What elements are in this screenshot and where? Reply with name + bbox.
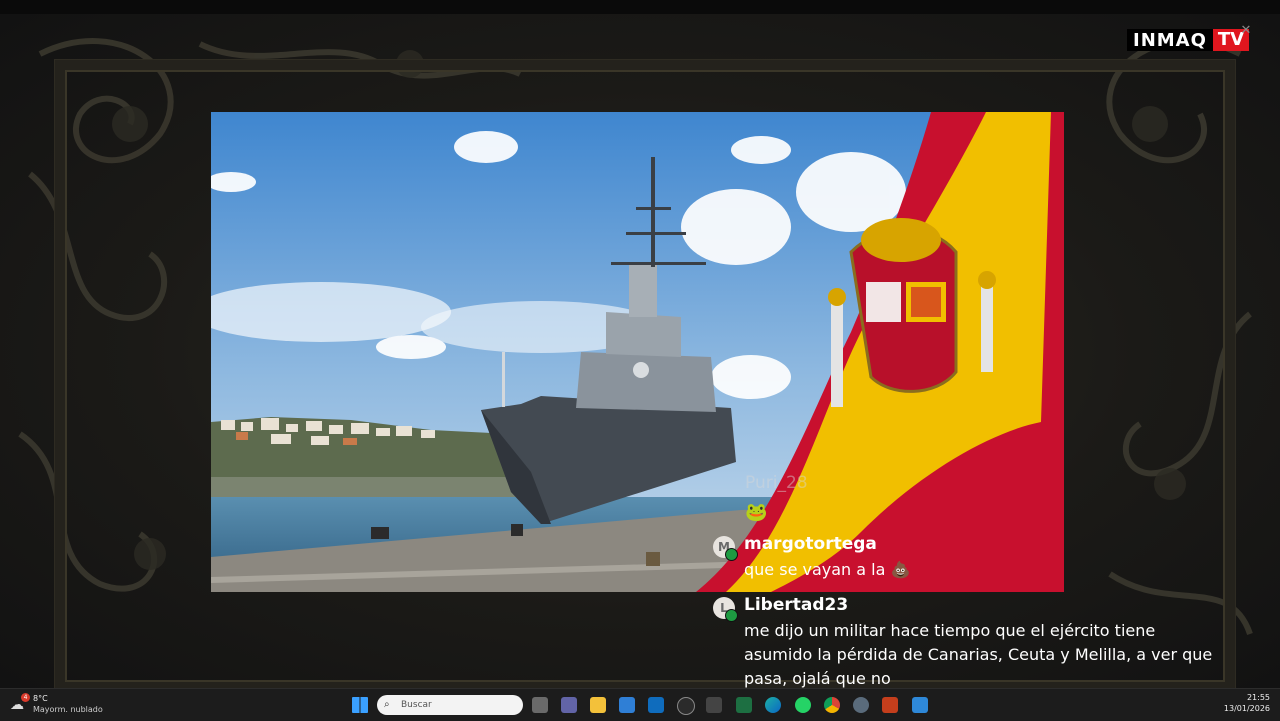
windows-start-icon[interactable] [352,697,368,713]
teams-icon[interactable] [561,697,577,713]
inmaq-tv-logo: INMAQ TV [1127,29,1250,51]
store-icon[interactable] [619,697,635,713]
date: 13/01/2026 [1223,704,1270,713]
search-box[interactable]: ⌕ Buscar [377,695,523,715]
sticker-emoji-icon: 🐸 [745,502,768,523]
news-photo [211,112,1064,592]
edge-icon[interactable] [765,697,781,713]
chat-text: que se vayan a la [744,560,886,579]
verified-badge-icon [725,548,738,561]
outlook-icon[interactable] [648,697,664,713]
chat-username: margotortega [744,534,877,554]
globe-icon[interactable] [853,697,869,713]
close-icon[interactable]: ✕ [1239,24,1253,38]
weather-badge: 4 [21,693,30,702]
powerpoint-icon[interactable] [882,697,898,713]
search-icon: ⌕ [384,699,390,710]
weather-temp: 8°C [33,694,48,703]
verified-badge-icon [725,609,738,622]
chat-text-line: pasa, ojalá que no [744,669,891,688]
top-black-bar [0,0,1280,14]
poop-emoji-icon: 💩 [890,560,911,579]
clock[interactable]: 21:55 13/01/2026 [1210,693,1270,713]
chat-message-text: que se vayan a la 💩 [744,558,910,582]
search-placeholder: Buscar [401,700,432,710]
avatar: M [713,536,738,561]
file-explorer-icon[interactable] [590,697,606,713]
task-view-icon[interactable] [532,697,548,713]
time: 21:55 [1246,693,1270,702]
taskbar: ☁ 4 8°C Mayorm. nublado ⌕ Buscar 21:55 1… [0,688,1280,721]
whatsapp-icon[interactable] [795,697,811,713]
streaming-app-icon[interactable] [912,697,928,713]
chat-text-line: asumido la pérdida de Canarias, Ceuta y … [744,645,1213,664]
logo-brand-text: INMAQ [1133,29,1207,51]
app-icon[interactable] [706,697,722,713]
chat-faded-user: Puri_28 [745,473,808,493]
chatgpt-icon[interactable] [677,697,695,715]
avatar: L [713,597,738,622]
weather-widget[interactable]: ☁ 4 8°C Mayorm. nublado [8,693,118,717]
stream-background: INMAQ TV ✕ Puri_28 🐸 M margotortega que … [0,14,1280,688]
chat-username: Libertad23 [744,595,849,615]
chat-text-line: me dijo un militar hace tiempo que el ej… [744,621,1156,640]
chat-message-text: me dijo un militar hace tiempo que el ej… [744,619,1264,688]
excel-icon[interactable] [736,697,752,713]
chrome-icon[interactable] [824,697,840,713]
weather-desc: Mayorm. nublado [33,705,103,714]
